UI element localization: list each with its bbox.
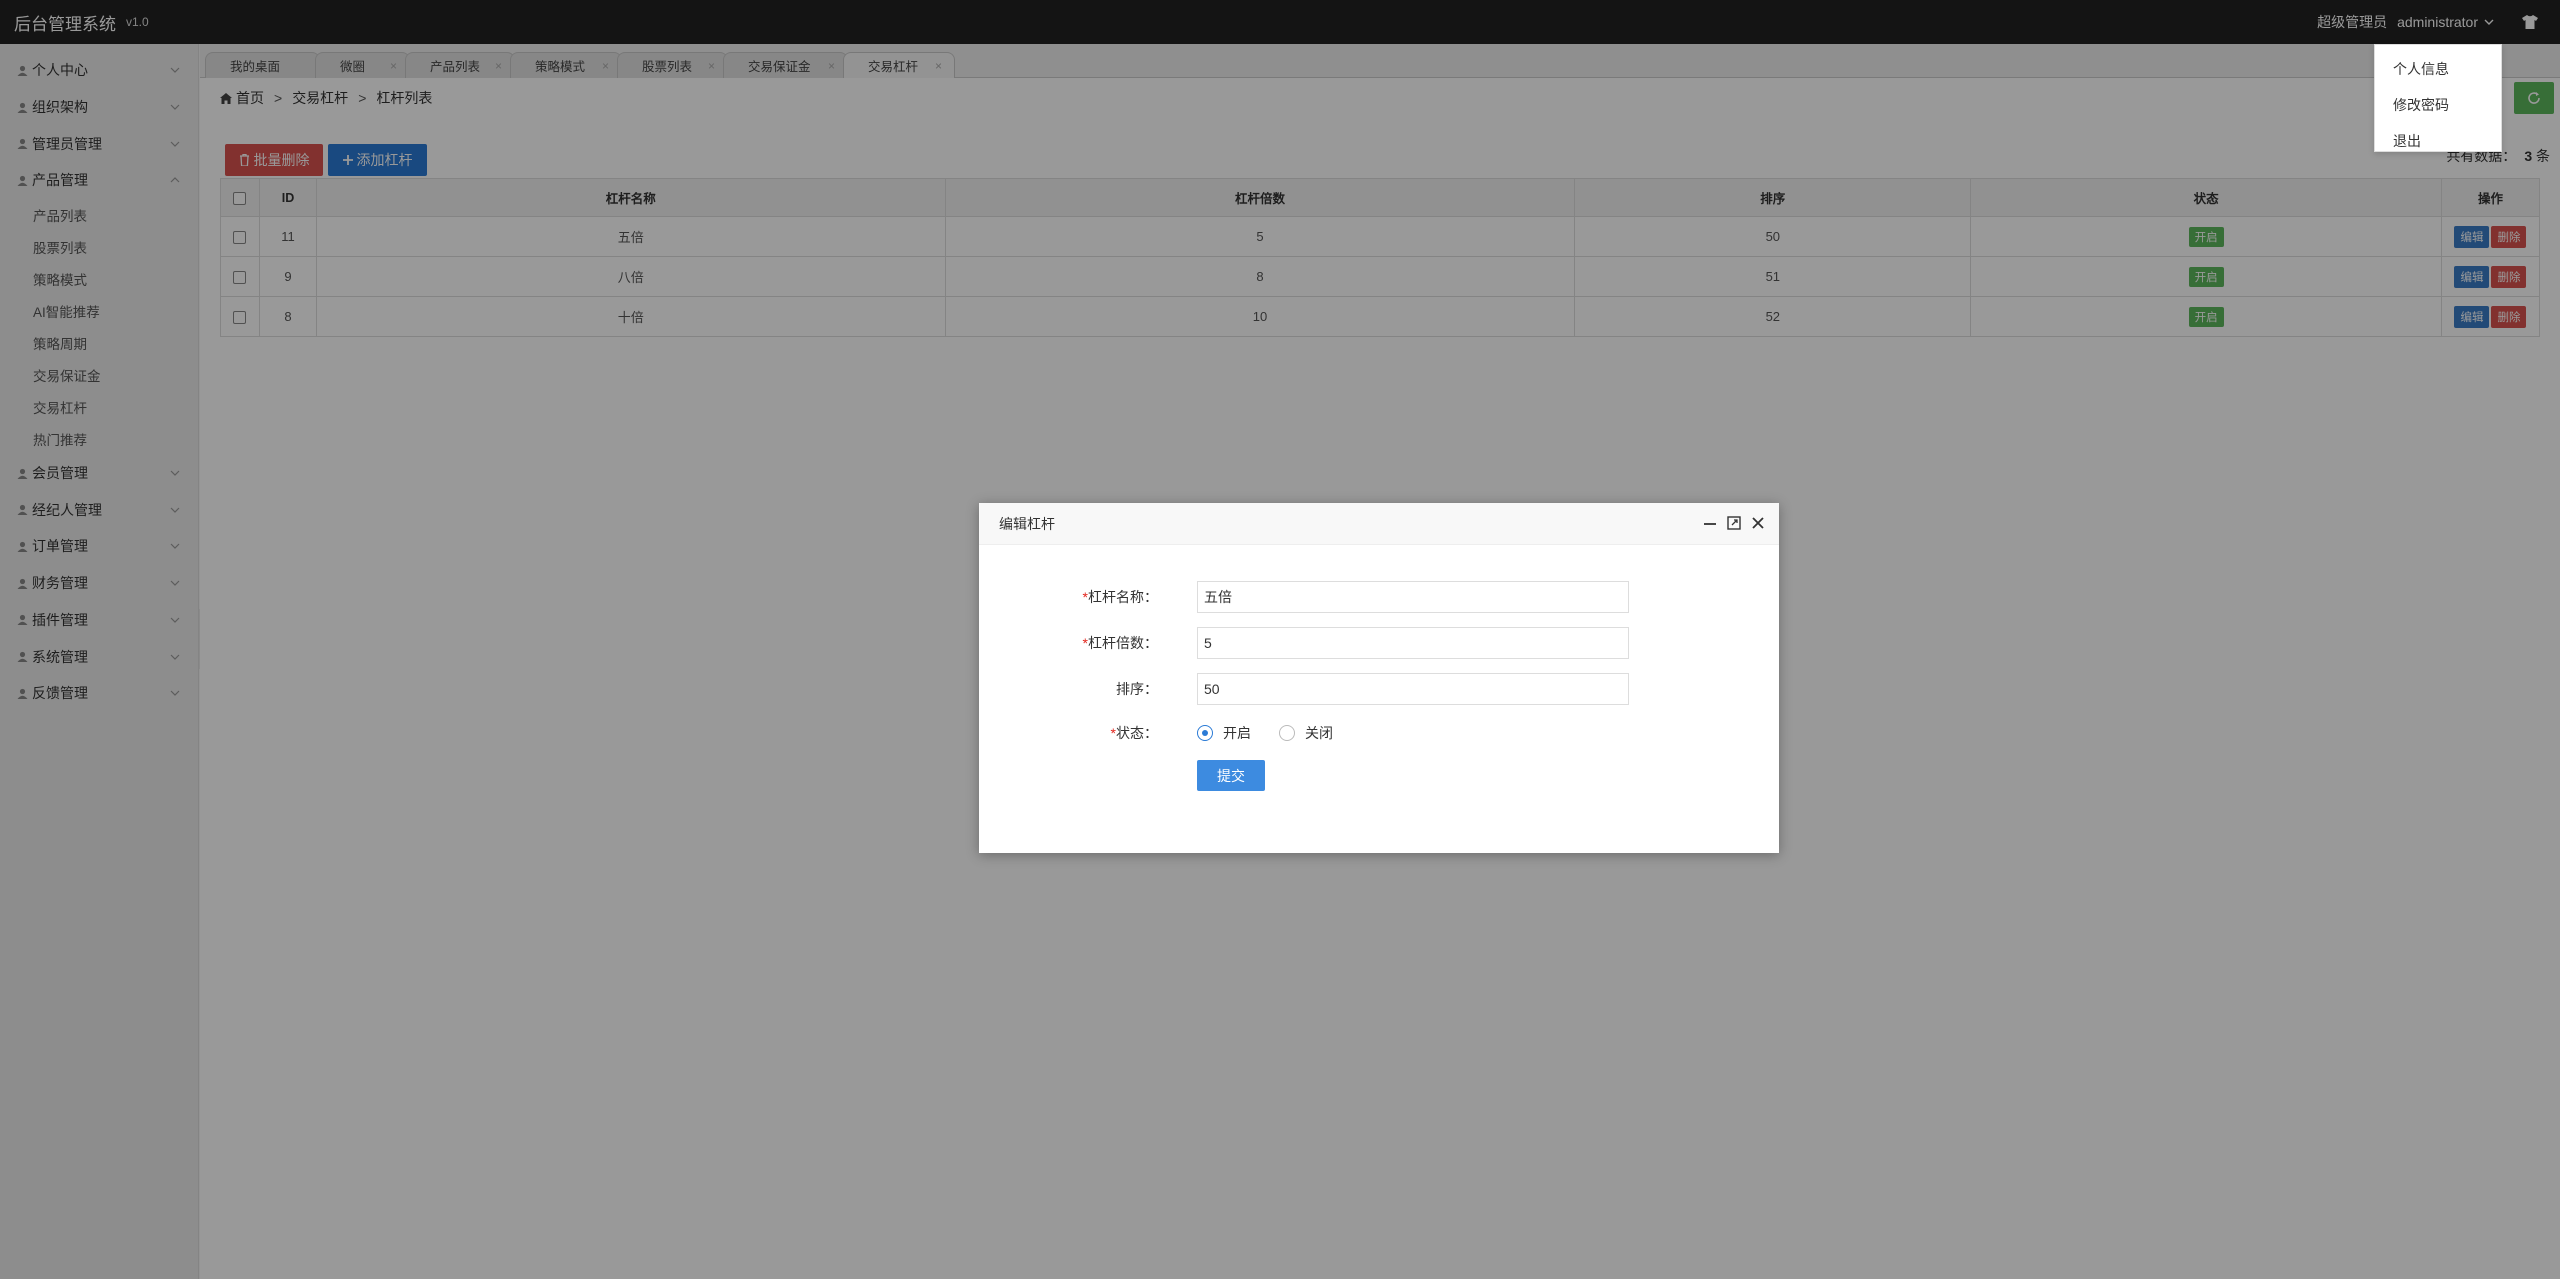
menu-item-logout[interactable]: 退出 [2375,123,2501,159]
status-radio-on[interactable]: 开启 [1197,723,1251,743]
close-icon[interactable] [1751,516,1765,533]
leverage-multiple-input[interactable] [1197,627,1629,659]
form-row-name: *杠杆名称： [979,581,1779,613]
edit-leverage-dialog: 编辑杠杆 *杠杆名称： *杠杆倍数： 排序： *状态： 开启 关闭 提交 [979,503,1779,853]
user-dropdown-menu: 个人信息 修改密码 退出 [2374,44,2502,152]
dialog-title: 编辑杠杆 [999,515,1055,532]
name-label: *杠杆名称： [1082,589,1158,605]
minimize-icon[interactable] [1703,516,1717,533]
radio-unchecked-icon [1279,725,1295,741]
form-row-sort: 排序： [979,673,1779,705]
form-row-status: *状态： 开启 关闭 [979,717,1779,749]
menu-item-change-password[interactable]: 修改密码 [2375,87,2501,123]
status-radio-off[interactable]: 关闭 [1279,723,1333,743]
menu-item-profile[interactable]: 个人信息 [2375,51,2501,87]
sort-input[interactable] [1197,673,1629,705]
dialog-header: 编辑杠杆 [979,503,1779,545]
form-row-multiple: *杠杆倍数： [979,627,1779,659]
submit-button[interactable]: 提交 [1197,760,1265,791]
radio-checked-icon [1197,725,1213,741]
maximize-icon[interactable] [1727,515,1741,533]
multiple-label: *杠杆倍数： [1082,635,1158,651]
sort-label: 排序： [1116,681,1158,697]
status-label: *状态： [1110,725,1158,741]
leverage-name-input[interactable] [1197,581,1629,613]
